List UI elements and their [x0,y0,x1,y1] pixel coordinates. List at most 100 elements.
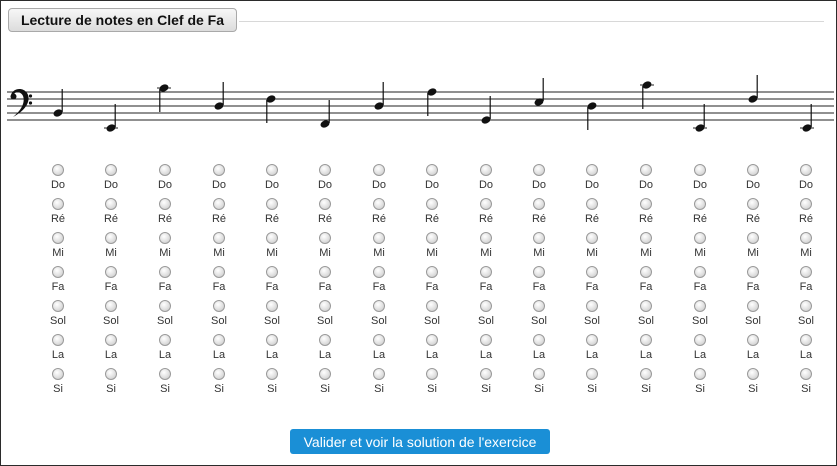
answer-option[interactable]: Sol [103,299,119,333]
answer-option[interactable]: Do [372,163,386,197]
radio-button[interactable] [533,300,545,312]
answer-option[interactable]: Ré [532,197,546,231]
radio-button[interactable] [640,266,652,278]
answer-option[interactable]: Si [426,367,438,401]
radio-button[interactable] [159,300,171,312]
answer-option[interactable]: Fa [52,265,64,299]
answer-option[interactable]: Ré [639,197,653,231]
answer-option[interactable]: La [373,333,385,367]
radio-button[interactable] [747,164,759,176]
answer-option[interactable]: Mi [586,231,598,265]
radio-button[interactable] [800,300,812,312]
answer-option[interactable]: Fa [426,265,438,299]
answer-option[interactable]: Do [425,163,439,197]
radio-button[interactable] [640,368,652,380]
radio-button[interactable] [480,334,492,346]
answer-option[interactable]: Mi [52,231,64,265]
radio-button[interactable] [480,368,492,380]
radio-button[interactable] [213,368,225,380]
radio-button[interactable] [319,232,331,244]
answer-option[interactable]: Ré [425,197,439,231]
answer-option[interactable]: Ré [51,197,65,231]
radio-button[interactable] [213,232,225,244]
answer-option[interactable]: Si [747,367,759,401]
answer-option[interactable]: Fa [105,265,117,299]
radio-button[interactable] [426,368,438,380]
radio-button[interactable] [747,334,759,346]
answer-option[interactable]: Mi [480,231,492,265]
answer-option[interactable]: Ré [212,197,226,231]
answer-option[interactable]: Mi [266,231,278,265]
radio-button[interactable] [266,266,278,278]
answer-option[interactable]: Si [480,367,492,401]
radio-button[interactable] [747,300,759,312]
answer-option[interactable]: Ré [372,197,386,231]
answer-option[interactable]: La [213,333,225,367]
answer-option[interactable]: Mi [640,231,652,265]
answer-option[interactable]: Sol [478,299,494,333]
radio-button[interactable] [480,266,492,278]
answer-option[interactable]: Sol [745,299,761,333]
radio-button[interactable] [373,368,385,380]
radio-button[interactable] [586,266,598,278]
answer-option[interactable]: Mi [105,231,117,265]
answer-option[interactable]: Ré [693,197,707,231]
radio-button[interactable] [52,198,64,210]
answer-option[interactable]: Mi [747,231,759,265]
radio-button[interactable] [105,232,117,244]
radio-button[interactable] [373,198,385,210]
answer-option[interactable]: Sol [531,299,547,333]
answer-option[interactable]: Ré [746,197,760,231]
radio-button[interactable] [159,266,171,278]
answer-option[interactable]: Fa [373,265,385,299]
radio-button[interactable] [747,368,759,380]
radio-button[interactable] [533,368,545,380]
answer-option[interactable]: Fa [747,265,759,299]
radio-button[interactable] [373,164,385,176]
radio-button[interactable] [586,300,598,312]
radio-button[interactable] [105,368,117,380]
answer-option[interactable]: La [694,333,706,367]
radio-button[interactable] [319,334,331,346]
answer-option[interactable]: Si [159,367,171,401]
answer-option[interactable]: Ré [158,197,172,231]
answer-option[interactable]: Mi [213,231,225,265]
radio-button[interactable] [213,198,225,210]
answer-option[interactable]: Fa [213,265,225,299]
radio-button[interactable] [266,334,278,346]
answer-option[interactable]: La [426,333,438,367]
answer-option[interactable]: Do [158,163,172,197]
answer-option[interactable]: La [586,333,598,367]
answer-option[interactable]: Do [318,163,332,197]
answer-option[interactable]: Si [373,367,385,401]
radio-button[interactable] [373,232,385,244]
radio-button[interactable] [373,266,385,278]
answer-option[interactable]: Do [51,163,65,197]
radio-button[interactable] [480,198,492,210]
radio-button[interactable] [319,300,331,312]
radio-button[interactable] [640,334,652,346]
radio-button[interactable] [319,198,331,210]
radio-button[interactable] [213,266,225,278]
radio-button[interactable] [159,334,171,346]
answer-option[interactable]: Fa [480,265,492,299]
answer-option[interactable]: Fa [266,265,278,299]
answer-option[interactable]: Si [266,367,278,401]
radio-button[interactable] [105,164,117,176]
radio-button[interactable] [480,232,492,244]
radio-button[interactable] [640,198,652,210]
radio-button[interactable] [800,266,812,278]
answer-option[interactable]: Ré [265,197,279,231]
answer-option[interactable]: Do [639,163,653,197]
radio-button[interactable] [426,334,438,346]
answer-option[interactable]: Fa [640,265,652,299]
radio-button[interactable] [105,300,117,312]
answer-option[interactable]: Fa [319,265,331,299]
radio-button[interactable] [159,198,171,210]
answer-option[interactable]: Sol [50,299,66,333]
radio-button[interactable] [426,300,438,312]
answer-option[interactable]: Do [693,163,707,197]
answer-option[interactable]: La [159,333,171,367]
answer-option[interactable]: Si [52,367,64,401]
answer-option[interactable]: Sol [211,299,227,333]
